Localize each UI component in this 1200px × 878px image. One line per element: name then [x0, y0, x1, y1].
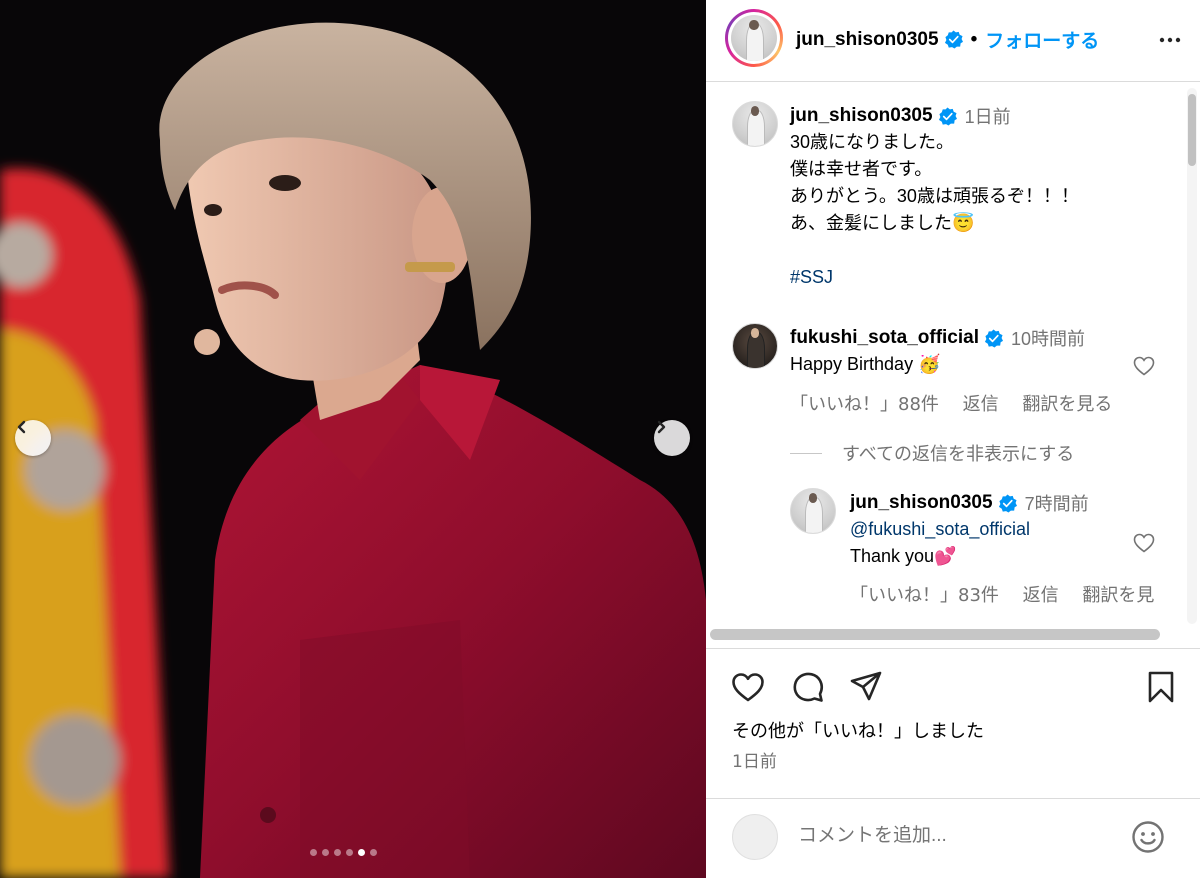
- next-photo-button[interactable]: [654, 420, 690, 456]
- comment-translate-button[interactable]: 翻訳を見る: [1022, 394, 1112, 415]
- share-icon[interactable]: [848, 669, 884, 705]
- caption-hashtag[interactable]: #SSJ: [790, 264, 1150, 291]
- caption-username-line: jun_shison0305 1日前: [790, 103, 1011, 129]
- carousel-indicator: [310, 849, 377, 856]
- bookmark-icon[interactable]: [1143, 669, 1179, 705]
- vertical-scrollbar-thumb[interactable]: [1188, 94, 1196, 166]
- caption-line: 30歳になりました。: [790, 132, 955, 152]
- chevron-right-icon: [657, 420, 666, 434]
- caption-line: ありがとう。30歳は頑張るぞ！！！: [790, 186, 1079, 206]
- caption-line: あ、金髪にしました😇: [790, 213, 975, 233]
- carousel-dot: [334, 849, 341, 856]
- verified-icon: [938, 106, 957, 126]
- reply-username[interactable]: jun_shison0305: [850, 492, 993, 514]
- post-side-panel: jun_shison0305 • フォローする jun_shison0305 1…: [706, 0, 1200, 878]
- caption-time[interactable]: 1日前: [965, 103, 1011, 129]
- reply-username-line: jun_shison0305 7時間前: [850, 490, 1089, 516]
- reply-translate-button[interactable]: 翻訳を見: [1082, 585, 1154, 606]
- chevron-left-icon: [17, 420, 26, 434]
- caption-avatar[interactable]: [732, 101, 778, 147]
- avatar: [732, 101, 778, 147]
- reply-meta: 「いいね！」83件 返信 翻訳を見: [850, 581, 1172, 607]
- divider: [790, 452, 822, 454]
- post-header: jun_shison0305 • フォローする: [706, 0, 1200, 82]
- carousel-dot-active: [358, 849, 365, 856]
- verified-icon: [944, 30, 963, 49]
- hide-replies-label: すべての返信を非表示にする: [842, 444, 1075, 465]
- comment-username-line: fukushi_sota_official 10時間前: [790, 325, 1085, 351]
- comment-like-heart-icon[interactable]: [1132, 354, 1156, 378]
- post-actions: その他が「いいね！」しました 1日前: [706, 648, 1200, 798]
- caption-username[interactable]: jun_shison0305: [790, 105, 933, 127]
- post-photo[interactable]: [0, 0, 706, 878]
- comment-reply-button[interactable]: 返信: [963, 394, 999, 415]
- comments-list[interactable]: jun_shison0305 1日前 30歳になりました。 僕は幸せ者です。 あ…: [706, 83, 1200, 629]
- current-user-avatar: [732, 814, 778, 860]
- reply-mention[interactable]: @fukushi_sota_official: [850, 516, 1170, 543]
- carousel-dot: [346, 849, 353, 856]
- reply-avatar[interactable]: [790, 488, 836, 534]
- author-username[interactable]: jun_shison0305: [796, 29, 939, 51]
- add-comment-bar: [706, 798, 1200, 878]
- avatar: [790, 488, 836, 534]
- vertical-scrollbar[interactable]: [1187, 88, 1197, 624]
- verified-icon: [998, 493, 1017, 513]
- comment-text: Happy Birthday 🥳: [790, 354, 941, 374]
- caption-line: 僕は幸せ者です。: [790, 159, 933, 179]
- reply-like-heart-icon[interactable]: [1132, 531, 1156, 555]
- reply-reply-button[interactable]: 返信: [1023, 585, 1059, 606]
- heart-icon[interactable]: [730, 669, 766, 705]
- follow-button[interactable]: フォローする: [985, 26, 1099, 53]
- comment-meta: 「いいね！」88件 返信 翻訳を見る: [790, 390, 1130, 416]
- comment-likes-count[interactable]: 「いいね！」88件: [790, 394, 939, 415]
- comment-avatar[interactable]: [732, 323, 778, 369]
- comment-username[interactable]: fukushi_sota_official: [790, 327, 979, 349]
- header-separator: •: [970, 28, 978, 50]
- reply-time[interactable]: 7時間前: [1025, 490, 1089, 516]
- avatar: [731, 15, 777, 61]
- comment-icon[interactable]: [790, 669, 826, 705]
- reply-likes-count[interactable]: 「いいね！」83件: [850, 585, 999, 606]
- hide-replies-button[interactable]: すべての返信を非表示にする: [790, 440, 1074, 466]
- likes-summary[interactable]: その他が「いいね！」しました: [732, 717, 984, 743]
- emoji-icon[interactable]: [1130, 819, 1166, 855]
- horizontal-scrollbar[interactable]: [710, 629, 1160, 640]
- comment-time[interactable]: 10時間前: [1011, 325, 1085, 351]
- comment-input[interactable]: [798, 825, 1098, 847]
- avatar: [732, 323, 778, 369]
- post-date[interactable]: 1日前: [732, 747, 777, 772]
- author-line: jun_shison0305 • フォローする: [796, 26, 1099, 53]
- reply-text: Thank you💕: [850, 546, 957, 566]
- photo-image: [0, 0, 706, 878]
- author-avatar-story-ring[interactable]: [725, 9, 783, 67]
- more-icon[interactable]: [1158, 28, 1182, 52]
- carousel-dot: [322, 849, 329, 856]
- carousel-dot: [310, 849, 317, 856]
- verified-icon: [984, 328, 1003, 348]
- carousel-dot: [370, 849, 377, 856]
- previous-photo-button[interactable]: [15, 420, 51, 456]
